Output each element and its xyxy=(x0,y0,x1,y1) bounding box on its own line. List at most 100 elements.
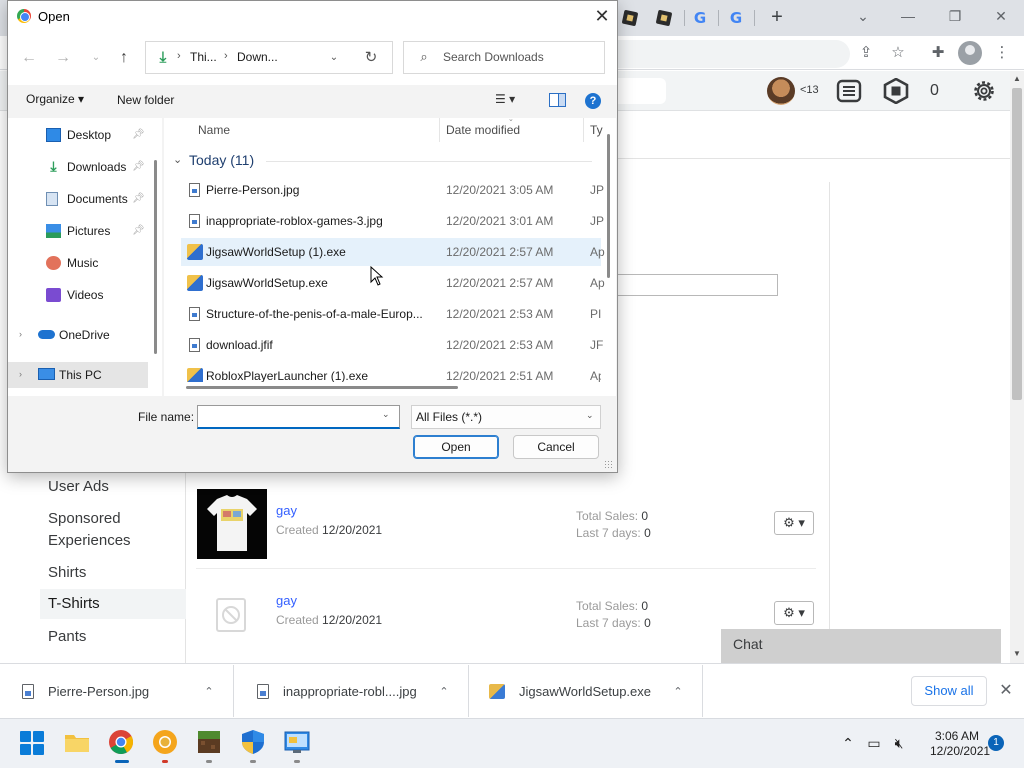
up-arrow-icon[interactable]: ↑ xyxy=(113,48,135,68)
taskbar-clock[interactable]: 3:06 AM 12/20/2021 xyxy=(930,729,990,759)
group-header-today[interactable]: Today (11) xyxy=(189,152,254,168)
left-nav-item-sponsored-experiences[interactable]: Experiences xyxy=(40,530,186,552)
windows-start-icon[interactable] xyxy=(20,731,44,755)
share-icon[interactable]: ⇪ xyxy=(854,42,878,64)
nav-pane-item-pictures[interactable]: Pictures 📌︎ xyxy=(8,218,148,244)
search-input[interactable] xyxy=(443,50,593,64)
resize-grip-icon[interactable] xyxy=(604,460,614,470)
file-row[interactable]: RobloxPlayerLauncher (1).exe 12/20/2021 … xyxy=(181,362,601,382)
nav-pane-scrollbar[interactable] xyxy=(154,160,157,354)
profile-avatar[interactable] xyxy=(958,41,982,65)
nav-pane-item-downloads[interactable]: ⤓ Downloads 📌︎ xyxy=(8,154,148,180)
download-item[interactable]: inappropriate-robl....jpg ⌃ xyxy=(235,665,469,717)
breadcrumb-this-pc[interactable]: Thi... xyxy=(190,50,217,64)
window-close-icon[interactable]: ✕ xyxy=(983,4,1019,28)
asset-name-link[interactable]: gay xyxy=(276,503,297,518)
asset-gear-menu-button[interactable]: ⚙ ▾ xyxy=(774,601,814,625)
preview-pane-icon[interactable] xyxy=(549,93,566,107)
pin-icon[interactable]: 📌︎ xyxy=(132,161,145,172)
restore-icon[interactable]: ❐ xyxy=(937,4,973,28)
asset-name-link[interactable]: gay xyxy=(276,593,297,608)
group-collapse-chevron-icon[interactable]: ⌄ xyxy=(173,153,182,166)
file-type-chevron-icon[interactable]: ⌄ xyxy=(586,410,594,421)
recent-locations-chevron-icon[interactable]: ⌄ xyxy=(85,48,107,68)
left-nav-item-shirts[interactable]: Shirts xyxy=(40,562,186,584)
file-row[interactable]: Structure-of-the-penis-of-a-male-Europ..… xyxy=(181,300,601,328)
control-panel-icon[interactable] xyxy=(283,728,311,756)
address-history-chevron-icon[interactable]: ⌄ xyxy=(326,49,342,67)
chrome-menu-icon[interactable]: ⋮ xyxy=(990,42,1014,64)
new-folder-button[interactable]: New folder xyxy=(117,93,174,107)
chevron-up-icon[interactable]: ⌃ xyxy=(432,685,456,698)
cancel-button[interactable]: Cancel xyxy=(513,435,599,459)
nav-pane-item-onedrive[interactable]: › OneDrive xyxy=(8,322,148,348)
download-item[interactable]: Pierre-Person.jpg ⌃ xyxy=(0,665,234,717)
page-scrollbar-thumb[interactable] xyxy=(1012,88,1022,400)
column-divider[interactable] xyxy=(439,118,440,142)
left-nav-item-sponsored-experiences[interactable]: Sponsored xyxy=(40,508,186,530)
file-name-input[interactable] xyxy=(202,409,372,423)
chrome-taskbar-icon[interactable] xyxy=(107,728,135,756)
pin-icon[interactable]: 📌︎ xyxy=(132,225,145,236)
background-input-field[interactable] xyxy=(618,274,778,296)
robux-hexagon-icon[interactable] xyxy=(883,78,909,104)
google-tab[interactable]: G xyxy=(720,6,752,30)
left-nav-item-user-ads[interactable]: User Ads xyxy=(40,476,186,498)
file-type-select[interactable]: All Files (*.*) ⌄ xyxy=(411,405,601,429)
download-item[interactable]: JigsawWorldSetup.exe ⌃ xyxy=(469,665,703,717)
file-list-vertical-scrollbar[interactable] xyxy=(607,134,610,278)
file-row[interactable]: download.jfif 12/20/2021 2:53 AM JF xyxy=(181,331,603,359)
network-icon[interactable]: ▭ xyxy=(864,734,884,752)
file-name-combobox[interactable]: ⌄ xyxy=(197,405,400,429)
chevron-up-icon[interactable]: ⌃ xyxy=(197,685,221,698)
chrome-canary-icon[interactable] xyxy=(151,728,179,756)
change-view-button[interactable]: ☰ ▾ xyxy=(495,92,531,110)
breadcrumb-separator-icon[interactable]: › xyxy=(224,50,228,62)
google-tab[interactable]: G xyxy=(684,6,716,30)
minimize-icon[interactable]: — xyxy=(890,4,926,28)
pin-icon[interactable]: 📌︎ xyxy=(132,193,145,204)
volume-muted-icon[interactable]: 🔇︎ xyxy=(889,734,909,752)
scroll-up-arrow-icon[interactable]: ▲ xyxy=(1010,72,1024,86)
forward-arrow-icon[interactable]: → xyxy=(52,48,74,68)
column-header-name[interactable]: Name xyxy=(198,123,230,137)
chevron-up-icon[interactable]: ⌃ xyxy=(666,685,690,698)
bookmark-star-icon[interactable]: ☆ xyxy=(886,42,910,64)
asset-gear-menu-button[interactable]: ⚙ ▾ xyxy=(774,511,814,535)
back-arrow-icon[interactable]: ← xyxy=(18,48,40,68)
address-bar[interactable] xyxy=(610,40,850,68)
open-button[interactable]: Open xyxy=(413,435,499,459)
nav-pane-item-desktop[interactable]: Desktop 📌︎ xyxy=(8,122,148,148)
settings-gear-icon[interactable] xyxy=(971,78,997,104)
chat-bar[interactable]: Chat xyxy=(721,629,1001,663)
file-row[interactable]: inappropriate-roblox-games-3.jpg 12/20/2… xyxy=(181,207,604,235)
nav-pane-item-music[interactable]: Music xyxy=(8,250,148,276)
notification-badge[interactable]: 1 xyxy=(988,735,1004,751)
file-name-dropdown-chevron-icon[interactable]: ⌄ xyxy=(382,409,390,420)
roblox-tab[interactable] xyxy=(648,6,680,30)
unavailable-thumbnail-icon[interactable] xyxy=(197,579,267,649)
pin-icon[interactable]: 📌︎ xyxy=(132,129,145,140)
breadcrumb-separator-icon[interactable]: › xyxy=(177,50,181,62)
tray-chevron-up-icon[interactable]: ⌃ xyxy=(838,734,858,752)
column-divider[interactable] xyxy=(583,118,584,142)
column-header-type[interactable]: Ty xyxy=(590,123,603,137)
new-tab-plus-icon[interactable]: + xyxy=(764,5,790,31)
notifications-list-icon[interactable] xyxy=(836,78,862,104)
minecraft-icon[interactable] xyxy=(195,728,223,756)
nav-pane-item-documents[interactable]: Documents 📌︎ xyxy=(8,186,148,212)
nav-pane-item-videos[interactable]: Videos xyxy=(8,282,148,308)
file-list-horizontal-scrollbar[interactable] xyxy=(186,386,458,389)
tshirt-thumbnail[interactable] xyxy=(197,489,267,559)
file-explorer-icon[interactable] xyxy=(63,728,91,756)
dialog-close-icon[interactable]: ✕ xyxy=(589,4,615,28)
roblox-tab[interactable] xyxy=(614,6,646,30)
windows-security-shield-icon[interactable] xyxy=(239,728,267,756)
user-avatar[interactable] xyxy=(767,77,795,105)
file-row[interactable]: Pierre-Person.jpg 12/20/2021 3:05 AM JP xyxy=(181,176,604,204)
left-nav-item-pants[interactable]: Pants xyxy=(40,626,186,648)
close-download-shelf-icon[interactable]: ✕ xyxy=(996,680,1016,702)
extensions-puzzle-icon[interactable]: ✚ xyxy=(926,42,950,64)
file-row[interactable]: JigsawWorldSetup.exe 12/20/2021 2:57 AM … xyxy=(181,269,605,297)
expand-chevron-icon[interactable]: › xyxy=(19,329,22,339)
